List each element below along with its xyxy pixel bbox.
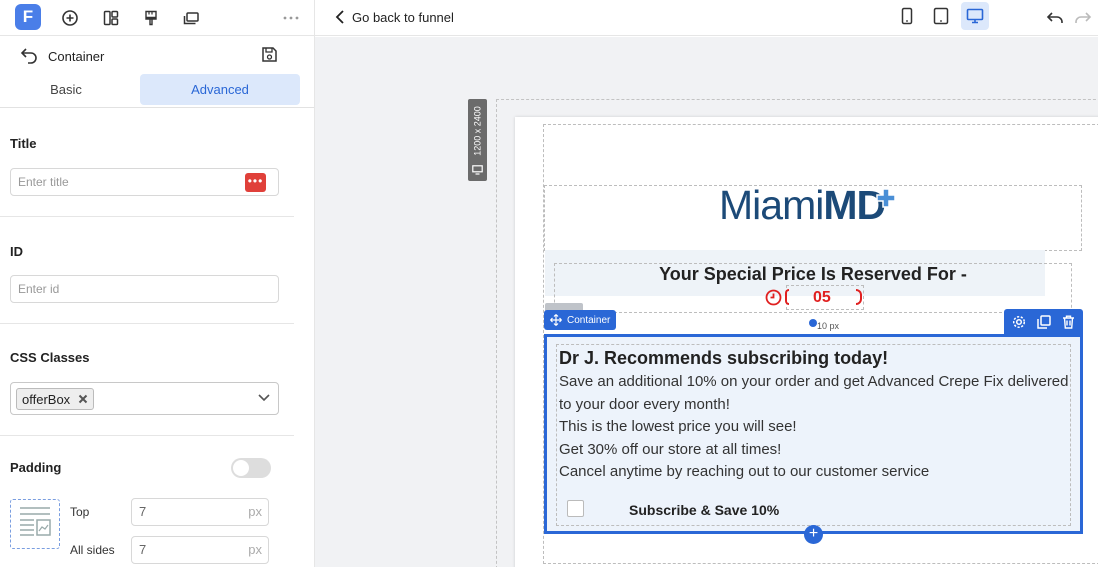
offer-text-block[interactable]: Dr J. Recommends subscribing today! Save… [559,347,1073,484]
title-label: Title [10,136,37,151]
layers-icon[interactable] [179,6,203,30]
title-input[interactable]: Enter title ••• [10,168,279,196]
settings-gear-icon[interactable] [1012,315,1026,329]
css-class-chip-label: offerBox [22,391,71,407]
element-actions [1004,309,1083,335]
top-bar-tools: F [0,0,315,36]
offer-line: Save an additional 10% on your order and… [559,373,1069,413]
redo-button[interactable] [1071,6,1095,30]
brand-logo: MiamiMD [719,182,886,229]
special-price-heading: Your Special Price Is Reserved For - [659,264,967,284]
desktop-icon [966,8,984,24]
delete-icon[interactable] [1062,315,1075,329]
padding-top-value: 7 [139,504,147,519]
medical-cross-icon [876,188,896,208]
move-icon[interactable] [550,314,562,326]
id-label: ID [10,244,23,259]
subscribe-checkbox[interactable] [567,500,584,517]
offer-headline: Dr J. Recommends subscribing today! [559,348,889,368]
offer-line: This is the lowest price you will see! [559,418,797,435]
more-options-icon[interactable] [279,6,303,30]
editor-canvas[interactable]: 1200 x 2400 MiamiMD Your Special Price I… [315,37,1098,567]
chevron-left-icon [335,10,344,24]
container-tag-label: Container [567,314,611,326]
padding-hint: 10 px [817,321,840,331]
add-element-icon[interactable] [58,6,82,30]
sidebar-tabs: Basic Advanced [0,74,314,108]
redo-icon [1075,12,1092,23]
desktop-icon [472,165,483,175]
padding-toggle[interactable] [231,458,271,478]
countdown-value: 05 [813,289,831,306]
chevron-down-icon[interactable] [258,394,270,402]
padding-top-input[interactable]: 7 px [131,498,269,526]
mobile-icon [901,7,913,25]
tablet-view-button[interactable] [927,2,955,30]
divider [0,216,294,217]
css-classes-select[interactable]: offerBox [10,382,279,415]
canvas-size-label: 1200 x 2400 [472,106,483,156]
desktop-view-button[interactable] [961,2,989,30]
clock-icon [765,289,782,306]
top-bar: F Go back to funnel [0,0,1098,36]
padding-preview-icon [10,499,60,549]
tab-advanced[interactable]: Advanced [140,74,300,105]
back-to-funnel-label: Go back to funnel [352,9,454,25]
layout-icon[interactable] [99,6,123,30]
padding-all-label: All sides [70,543,115,557]
divider [0,435,294,436]
remove-chip-icon[interactable] [78,394,88,404]
title-placeholder: Enter title [18,175,69,189]
container-tag[interactable]: Container [544,310,617,330]
padding-all-unit: px [248,542,262,557]
css-class-chip: offerBox [16,388,95,410]
back-arrow-icon[interactable] [20,46,40,66]
paint-brush-icon[interactable] [139,6,163,30]
save-icon[interactable] [261,46,279,64]
tablet-icon [933,7,949,25]
sidebar-header: Container [0,36,314,74]
brand-logo-light: Miami [719,182,824,228]
add-element-button[interactable]: + [804,525,823,544]
id-placeholder: Enter id [18,282,60,296]
back-to-funnel-link[interactable]: Go back to funnel [334,5,454,29]
settings-sidebar: Container Basic Advanced Title Enter tit… [0,36,315,567]
offer-line: Get 30% off our store at all times! [559,440,782,458]
subscribe-label: Subscribe & Save 10% [629,502,780,518]
app-logo[interactable]: F [15,4,41,30]
timer-edge [785,289,789,305]
css-classes-label: CSS Classes [10,350,90,365]
duplicate-icon[interactable] [1037,315,1051,329]
padding-top-unit: px [248,504,262,519]
id-input[interactable]: Enter id [10,275,279,303]
title-options-button[interactable]: ••• [245,173,266,192]
resize-handle[interactable] [809,319,817,327]
undo-button[interactable] [1043,6,1067,30]
mobile-view-button[interactable] [893,2,921,30]
tab-basic[interactable]: Basic [0,74,132,105]
padding-top-label: Top [70,505,90,519]
offer-line: Cancel anytime by reaching out to our cu… [559,463,930,480]
padding-all-input[interactable]: 7 px [131,536,269,564]
offer-box-container[interactable]: Dr J. Recommends subscribing today! Save… [544,334,1083,534]
padding-label: Padding [10,460,62,475]
canvas-size-badge: 1200 x 2400 [468,99,487,181]
sidebar-title: Container [48,49,105,64]
padding-all-value: 7 [139,542,147,557]
undo-icon [1046,12,1063,23]
divider [0,323,294,324]
